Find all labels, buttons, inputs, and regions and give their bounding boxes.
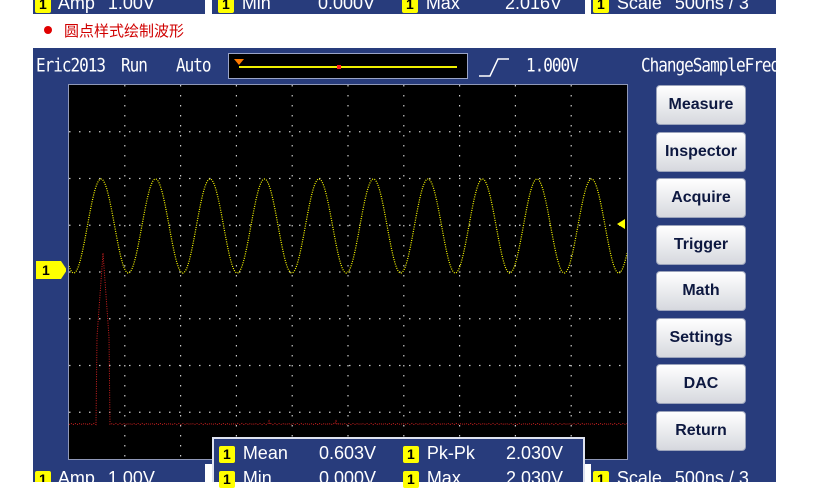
bottom-amp-strip: 1 Amp 1.00V	[33, 464, 205, 482]
channel-badge: 1	[35, 471, 51, 482]
channel-1-marker-label: 1	[42, 262, 50, 278]
top-scale-strip: 1 Scale 500ns / 3	[591, 0, 776, 14]
settings-button[interactable]: Settings	[656, 318, 746, 358]
amp-value: 1.00V	[107, 468, 155, 482]
trigger-level-arrow-icon[interactable]	[617, 219, 625, 229]
scale-label: Scale	[616, 468, 662, 482]
channel-badge: 1	[593, 471, 609, 482]
fft-spectrum	[69, 252, 627, 426]
max-value: 2.016V	[505, 0, 563, 13]
bullet-icon	[44, 26, 52, 35]
measure-button[interactable]: Measure	[656, 85, 746, 125]
math-button[interactable]: Math	[656, 271, 746, 311]
mean-value: 0.603V	[319, 443, 377, 463]
amp-value: 1.00V	[107, 0, 155, 13]
trigger-position-bar[interactable]	[228, 53, 468, 79]
acquire-button[interactable]: Acquire	[656, 178, 746, 218]
channel-badge: 1	[403, 446, 419, 463]
channel-badge: 1	[219, 446, 235, 463]
channel-badge: 1	[403, 471, 419, 488]
min-label: Min	[242, 468, 272, 488]
rising-edge-icon	[479, 58, 509, 77]
channel-badge: 1	[402, 0, 418, 13]
top-minmax-strip: 1 Min 0.000V 1 Max 2.016V	[212, 0, 585, 14]
trigger-marker-icon	[234, 59, 244, 65]
channel-badge: 1	[35, 0, 51, 13]
channel-1-marker[interactable]: 1	[36, 261, 66, 279]
trigger-button[interactable]: Trigger	[656, 225, 746, 265]
max-value: 2.030V	[506, 468, 564, 488]
scale-label: Scale	[616, 0, 662, 13]
waveform-display[interactable]	[68, 84, 628, 460]
pkpk-label: Pk-Pk	[426, 443, 475, 463]
dac-button[interactable]: DAC	[656, 364, 746, 404]
min-label: Min	[241, 0, 271, 13]
change-sample-freq[interactable]: ChangeSampleFreq	[641, 54, 780, 76]
channel-badge: 1	[219, 471, 235, 488]
min-value: 0.000V	[319, 468, 377, 488]
memory-depth-line	[239, 66, 457, 68]
view-position-indicator	[337, 65, 341, 69]
trigger-mode[interactable]: Auto	[176, 54, 212, 76]
mean-label: Mean	[242, 443, 288, 463]
bottom-scale-strip: 1 Scale 500ns / 3	[591, 464, 776, 482]
channel-badge: 1	[218, 0, 234, 13]
max-label: Max	[425, 0, 460, 13]
amp-label: Amp	[57, 468, 95, 482]
top-amp-strip: 1 Amp 1.00V	[33, 0, 205, 14]
trigger-level[interactable]: 1.000V	[526, 54, 579, 76]
caption: 圆点样式绘制波形	[44, 20, 184, 41]
app-title: Eric2013	[36, 54, 106, 76]
amp-label: Amp	[57, 0, 95, 13]
channel-badge: 1	[593, 0, 609, 13]
pkpk-value: 2.030V	[506, 443, 564, 463]
measurement-panel: 1 Mean 0.603V 1 Pk-Pk 2.030V 1 Min 0.000…	[212, 437, 585, 488]
run-state[interactable]: Run	[121, 54, 148, 76]
scale-value: 500ns / 3	[674, 468, 749, 482]
return-button[interactable]: Return	[656, 411, 746, 451]
oscilloscope-window: Eric2013 Run Auto 1.000V ChangeSampleFre…	[33, 48, 780, 464]
caption-text: 圆点样式绘制波形	[64, 23, 185, 40]
inspector-button[interactable]: Inspector	[656, 132, 746, 172]
scale-value: 500ns / 3	[674, 0, 749, 13]
waveform-plot	[69, 85, 627, 459]
max-label: Max	[426, 468, 461, 488]
min-value: 0.000V	[318, 0, 376, 13]
